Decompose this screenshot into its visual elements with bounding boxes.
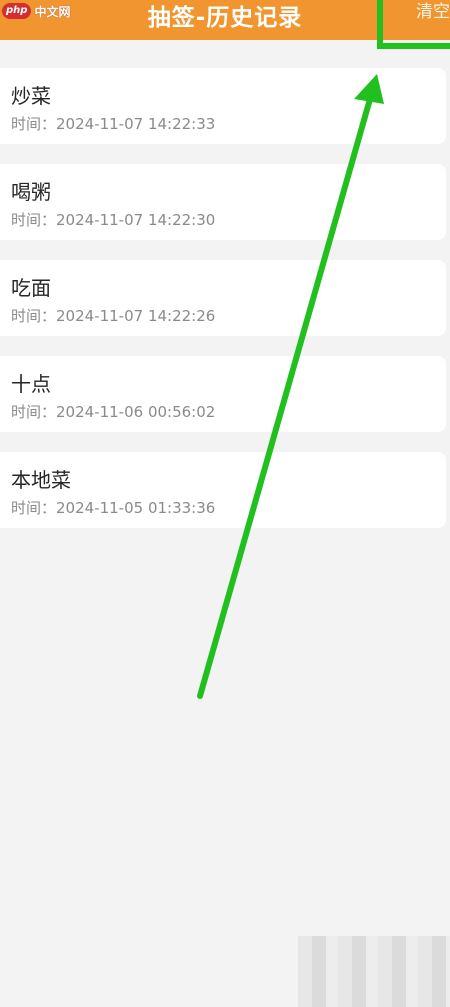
page-title: 抽签-历史记录 (147, 5, 303, 31)
history-item-time: 时间：2024-11-06 00:56:02 (11, 403, 216, 421)
history-item-time: 时间：2024-11-07 14:22:30 (11, 211, 216, 229)
history-item-name: 炒菜 (11, 84, 51, 108)
history-item-time: 时间：2024-11-07 14:22:26 (11, 307, 216, 325)
history-item-name: 喝粥 (11, 180, 51, 204)
history-item-name: 吃面 (11, 276, 51, 300)
blurred-region (298, 936, 450, 1007)
clear-history-button[interactable]: 清空 (390, 0, 450, 40)
history-item-name: 十点 (11, 372, 51, 396)
app-header: php 中文网 抽签-历史记录 清空 (0, 0, 450, 40)
history-item[interactable]: 吃面 时间：2024-11-07 14:22:26 (0, 260, 446, 336)
history-item-name: 本地菜 (11, 468, 71, 492)
history-item[interactable]: 本地菜 时间：2024-11-05 01:33:36 (0, 452, 446, 528)
history-item[interactable]: 炒菜 时间：2024-11-07 14:22:33 (0, 68, 446, 144)
history-item-time: 时间：2024-11-07 14:22:33 (11, 115, 216, 133)
history-item[interactable]: 喝粥 时间：2024-11-07 14:22:30 (0, 164, 446, 240)
history-item[interactable]: 十点 时间：2024-11-06 00:56:02 (0, 356, 446, 432)
history-item-time: 时间：2024-11-05 01:33:36 (11, 499, 216, 517)
